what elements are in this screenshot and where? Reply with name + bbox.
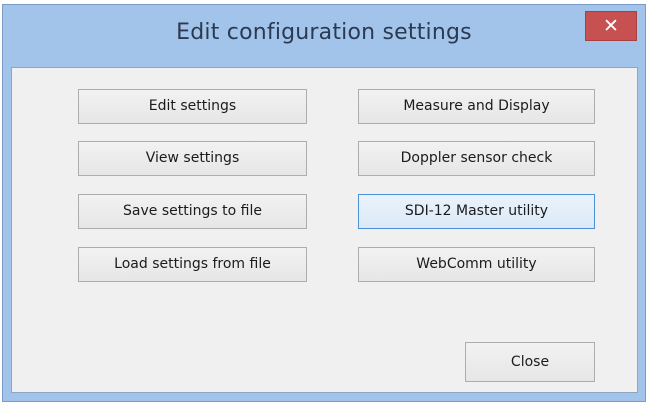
sdi12-master-button[interactable]: SDI-12 Master utility bbox=[358, 194, 595, 229]
dialog-body: Edit settings View settings Save setting… bbox=[11, 67, 638, 393]
window-title: Edit configuration settings bbox=[176, 20, 472, 45]
dialog-window: Edit configuration settings ✕ Edit setti… bbox=[2, 4, 646, 402]
edit-settings-button[interactable]: Edit settings bbox=[78, 89, 307, 124]
load-settings-button[interactable]: Load settings from file bbox=[78, 247, 307, 282]
view-settings-button[interactable]: View settings bbox=[78, 141, 307, 176]
measure-display-button[interactable]: Measure and Display bbox=[358, 89, 595, 124]
save-settings-button[interactable]: Save settings to file bbox=[78, 194, 307, 229]
close-button[interactable]: Close bbox=[465, 342, 595, 382]
webcomm-button[interactable]: WebComm utility bbox=[358, 247, 595, 282]
doppler-check-button[interactable]: Doppler sensor check bbox=[358, 141, 595, 176]
title-bar[interactable]: Edit configuration settings ✕ bbox=[3, 5, 645, 67]
close-icon[interactable]: ✕ bbox=[585, 11, 637, 41]
